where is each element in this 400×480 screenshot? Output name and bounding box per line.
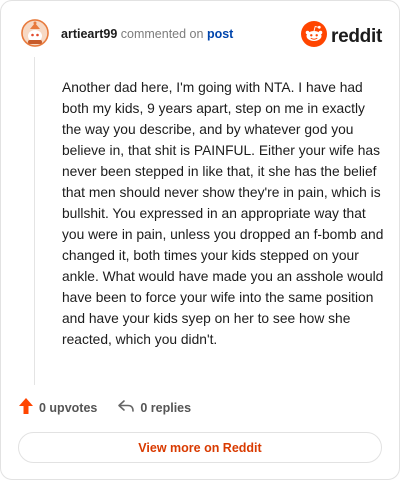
reddit-wordmark: reddit <box>331 25 382 47</box>
reddit-brand[interactable]: reddit <box>301 21 382 52</box>
upvote-arrow-icon <box>18 397 34 418</box>
replies-button[interactable]: 0 replies <box>117 398 191 417</box>
post-link[interactable]: post <box>207 27 233 41</box>
comment-header: artieart99 commented on post <box>61 26 233 42</box>
comment-card: artieart99 commented on post reddit Anot… <box>0 0 400 480</box>
comment-actions: 0 upvotes 0 replies <box>18 397 191 418</box>
upvote-button[interactable]: 0 upvotes <box>18 397 97 418</box>
user-avatar-icon[interactable] <box>21 19 49 47</box>
action-text: commented on <box>120 27 204 41</box>
reddit-logo-icon <box>301 21 328 52</box>
replies-count: 0 replies <box>140 400 192 415</box>
upvotes-count: 0 upvotes <box>39 400 98 415</box>
comment-body: Another dad here, I'm going with NTA. I … <box>62 80 384 347</box>
username-link[interactable]: artieart99 <box>61 27 117 41</box>
reply-arrow-icon <box>117 398 135 417</box>
view-more-button[interactable]: View more on Reddit <box>18 432 382 463</box>
thread-line <box>34 57 35 385</box>
